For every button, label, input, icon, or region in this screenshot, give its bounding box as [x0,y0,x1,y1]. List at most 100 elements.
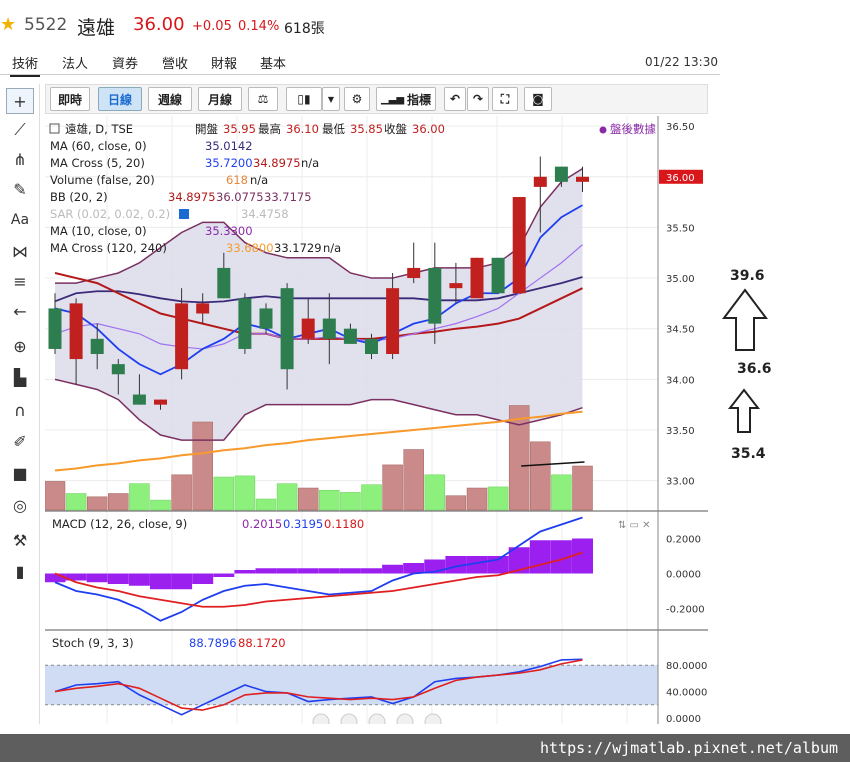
volume-bar [340,492,361,511]
volume-v1: 618 [226,173,248,187]
drawing-toolbar: + ⟋ ⋔ ✎ Aa ⋈ ≡ ← ⊕ ▙ ∩ ✐ ■ ◎ ⚒ ▮ [0,84,40,724]
measure-icon[interactable]: ▙ [6,364,34,390]
macd-v3: 0.1180 [324,517,364,531]
price-tick-label: 36.50 [666,122,695,133]
tab-margin[interactable]: 資券 [110,53,140,72]
candle-body [69,303,83,360]
settings-gear-icon[interactable]: ⚙ [344,87,370,111]
intraday-button[interactable]: 即時 [50,87,90,111]
candle-body [196,303,210,314]
text-tool-icon[interactable]: Aa [6,207,34,233]
candle-body [407,267,421,279]
tab-technical[interactable]: 技術 [10,53,41,77]
quote-datetime: 01/22 13:30 [645,55,718,69]
fullscreen-icon[interactable]: ⛶ [492,87,518,111]
after-hours-label[interactable]: 盤後數據 [610,122,656,136]
bb-v1: 34.8975 [168,190,216,204]
ma60-label[interactable]: MA (60, close, 0) [50,139,147,153]
candle-body [217,267,231,299]
sar-visibility-icon[interactable] [179,209,189,219]
volume-bar [445,495,467,511]
pattern-icon[interactable]: ⋈ [6,238,34,264]
hide-drawings-icon[interactable]: ◎ [6,492,34,518]
stoch-tick-label: 80.0000 [666,661,707,672]
chart-area[interactable]: 36.50 36.00 35.50 35.00 34.50 34.00 33.50 33.00… [44,116,708,731]
weekly-button[interactable]: 週線 [148,87,192,111]
chart-svg[interactable]: 36.50 36.00 35.50 35.00 34.50 34.00 33.50 33.00… [44,116,708,731]
legend-open: 35.95 [223,122,256,136]
tab-institutional[interactable]: 法人 [60,53,90,72]
brush-icon[interactable]: ✎ [6,176,34,202]
tab-revenue[interactable]: 營收 [160,53,190,72]
macd-histogram-bar [403,563,425,574]
volume-label[interactable]: Volume (false, 20) [50,173,155,187]
tab-financials[interactable]: 財報 [209,53,239,72]
trash-icon[interactable]: ▮ [6,558,34,584]
macross1-v3: n/a [301,156,319,170]
volume-bar [213,476,235,511]
monthly-button[interactable]: 月線 [198,87,242,111]
legend-high-label: 最高 [258,122,281,136]
chevron-down-icon[interactable]: ▼ [322,87,340,111]
macross2-label[interactable]: MA Cross (120, 240) [50,241,167,255]
candle-body [175,303,189,370]
candle-body [491,257,505,294]
macd-label[interactable]: MACD (12, 26, close, 9) [52,517,187,531]
volume-bar [572,465,593,511]
macd-histogram-bar [382,564,404,574]
annotation-top: 39.6 [730,268,765,284]
volume-bar [361,484,382,511]
volume-bar [192,421,213,511]
annotation-bottom: 35.4 [731,446,766,462]
stoch-v1: 88.7896 [189,636,237,650]
fib-retracement-icon[interactable]: ≡ [6,268,34,294]
camera-icon[interactable]: ◙ [524,87,552,111]
redo-icon[interactable]: ↷ [467,87,489,111]
sar-label[interactable]: SAR (0.02, 0.02, 0.2) [50,207,170,221]
volume-bar [276,483,298,511]
macd-histogram-bar [86,573,108,583]
trendline-icon[interactable]: ⟋ [6,117,34,143]
legend-close: 36.00 [412,122,445,136]
lock-icon[interactable]: ■ [6,460,34,486]
bb-label[interactable]: BB (20, 2) [50,190,108,204]
volume-bar [382,464,403,511]
ma10-label[interactable]: MA (10, close, 0) [50,224,147,238]
macross1-v2: 34.8975 [253,156,301,170]
tab-basic[interactable]: 基本 [258,53,288,72]
macross1-label[interactable]: MA Cross (5, 20) [50,156,145,170]
candle-body [343,328,357,344]
candle-type-icon[interactable]: ▯▮ [286,87,322,111]
lock-drawings-icon[interactable]: ✐ [6,428,34,454]
volume-bar [234,475,256,511]
crosshair-icon[interactable]: + [6,88,34,114]
legend-high: 36.10 [286,122,319,136]
macd-tick-label: -0.2000 [666,605,705,616]
macd-pane-controls-icon[interactable]: ⇅ ▭ ✕ [618,520,651,531]
stoch-label[interactable]: Stoch (9, 3, 3) [52,636,134,650]
price-tick-label: 34.00 [666,375,695,386]
volume-bar [86,496,108,511]
favorite-star-icon[interactable]: ★ [0,14,16,35]
arrow-left-icon[interactable]: ← [6,298,34,324]
zoom-in-icon[interactable]: ⊕ [6,333,34,359]
pitchfork-icon[interactable]: ⋔ [6,146,34,172]
undo-icon[interactable]: ↶ [444,87,466,111]
macd-histogram-bar [255,568,277,574]
candle-body [301,318,315,339]
macd-histogram-bar [213,573,235,577]
daily-button[interactable]: 日線 [98,87,142,111]
volume-bar [44,481,66,511]
trade-volume: 618張 [284,21,325,37]
compare-scale-icon[interactable]: ⚖ [248,87,278,111]
macd-v2: 0.3195 [283,517,323,531]
section-tabs: 技術 法人 資券 營收 財報 基本 [0,50,720,77]
tools-icon[interactable]: ⚒ [6,527,34,553]
volume-v2: n/a [250,173,268,187]
candle-body [238,298,252,349]
volume-bar [150,499,171,511]
indicators-button[interactable]: ▁▃▅ 指標 [376,87,436,111]
candle-body [428,267,442,324]
price-tick-label: 34.50 [666,325,695,336]
magnet-icon[interactable]: ∩ [6,397,34,423]
